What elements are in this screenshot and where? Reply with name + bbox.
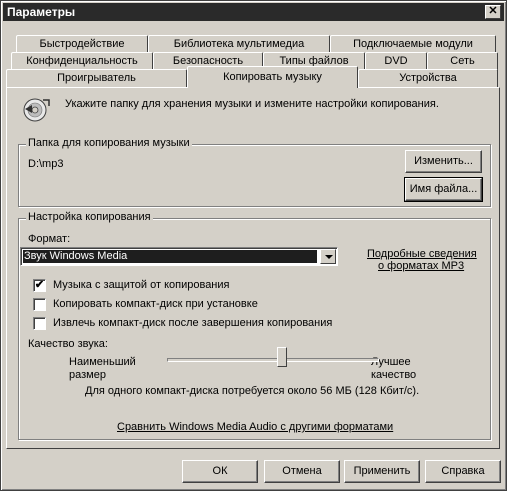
options-dialog: Параметры ✕ Быстродействие Библиотека му…: [0, 0, 507, 491]
format-select-value[interactable]: Звук Windows Media: [23, 250, 317, 263]
file-name-button[interactable]: Имя файла...: [404, 177, 483, 202]
chevron-down-icon[interactable]: [320, 249, 336, 264]
folder-path: D:\mp3: [28, 158, 64, 170]
quality-label: Качество звука:: [28, 338, 108, 350]
title-bar: Параметры ✕: [3, 3, 504, 21]
compare-formats-link[interactable]: Сравнить Windows Media Audio с другими ф…: [117, 421, 393, 433]
format-label: Формат:: [28, 233, 71, 245]
close-icon[interactable]: ✕: [488, 5, 497, 17]
quality-slider-track[interactable]: [167, 358, 379, 362]
copy-on-insert-checkbox[interactable]: [33, 298, 46, 311]
rip-settings-legend: Настройка копирования: [26, 211, 153, 223]
close-button[interactable]: ✕: [485, 5, 501, 19]
mp3-info-link-line2[interactable]: о форматах MP3: [378, 260, 464, 272]
rip-music-panel: Укажите папку для хранения музыки и изме…: [6, 87, 500, 449]
copy-on-insert-label[interactable]: Копировать компакт-диск при установке: [53, 298, 258, 311]
quality-slider-thumb[interactable]: [277, 347, 287, 367]
protect-music-checkbox[interactable]: ✔: [33, 279, 46, 292]
tab-rip-music[interactable]: Копировать музыку: [187, 66, 358, 88]
apply-button[interactable]: Применить: [344, 460, 420, 483]
cd-rip-icon: [23, 98, 50, 122]
help-button[interactable]: Справка: [425, 460, 501, 483]
quality-min-label: Наименьший: [69, 356, 136, 368]
intro-text: Укажите папку для хранения музыки и изме…: [65, 98, 439, 110]
quality-max-label-line2: качество: [371, 369, 417, 381]
cancel-button[interactable]: Отмена: [264, 460, 340, 483]
tab-devices[interactable]: Устройства: [358, 69, 498, 88]
change-folder-button[interactable]: Изменить...: [405, 150, 482, 173]
mp3-info-link[interactable]: Подробные сведения: [367, 248, 477, 260]
format-select[interactable]: Звук Windows Media: [20, 247, 338, 266]
protect-music-label[interactable]: Музыка с защитой от копирования: [53, 279, 229, 292]
ok-button[interactable]: ОК: [182, 460, 258, 483]
tab-player[interactable]: Проигрыватель: [6, 69, 187, 88]
eject-after-rip-checkbox[interactable]: [33, 317, 46, 330]
eject-after-rip-label[interactable]: Извлечь компакт-диск после завершения ко…: [53, 317, 332, 330]
quality-min-label-line2: размер: [69, 369, 106, 381]
folder-group-legend: Папка для копирования музыки: [26, 137, 192, 149]
quality-info: Для одного компакт-диска потребуется око…: [85, 385, 420, 397]
window-title: Параметры: [7, 5, 76, 19]
